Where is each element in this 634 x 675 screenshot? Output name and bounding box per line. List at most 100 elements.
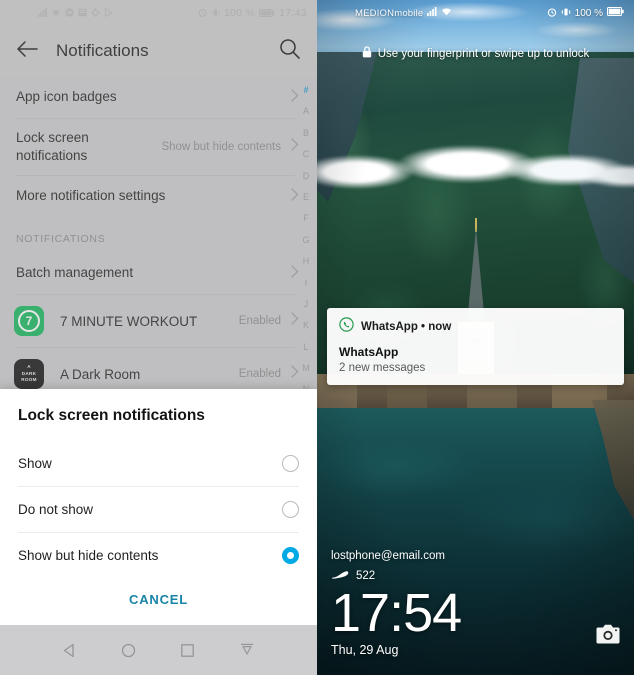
app-row-7-minute-workout[interactable]: 7 7 MINUTE WORKOUT Enabled [0, 295, 317, 347]
battery-percent: 100 % [574, 7, 603, 19]
camera-icon[interactable] [596, 624, 620, 649]
app-name: 7 MINUTE WORKOUT [60, 313, 198, 329]
shoe-icon [331, 570, 349, 583]
index-letter-j[interactable]: J [304, 294, 309, 315]
lock-icon [362, 46, 372, 61]
navigation-bar [0, 625, 317, 675]
unlock-hint: Use your fingerprint or swipe up to unlo… [317, 46, 634, 61]
whatsapp-icon [339, 317, 354, 337]
step-count: 522 [356, 570, 376, 583]
whatsapp-notification-card[interactable]: WhatsApp • now WhatsApp 2 new messages [327, 308, 624, 385]
radio-do-not-show[interactable] [282, 501, 299, 518]
seven-minute-workout-icon: 7 [14, 306, 44, 336]
index-letter-m[interactable]: M [302, 358, 310, 379]
row-app-icon-badges[interactable]: App icon badges [0, 77, 317, 118]
row-more-notification-settings[interactable]: More notification settings [0, 176, 317, 217]
nav-back-triangle-icon[interactable] [62, 643, 77, 658]
notification-app-name: WhatsApp • now [361, 321, 452, 333]
page-title: Notifications [56, 41, 149, 60]
play-icon [104, 8, 113, 17]
a-dark-room-icon: A DARK ROOM [14, 359, 44, 389]
status-clock: 17:43 [279, 6, 307, 19]
lockscreen-date: Thu, 29 Aug [331, 643, 399, 657]
search-icon[interactable] [279, 38, 301, 65]
index-letter-g[interactable]: G [302, 230, 309, 251]
lockscreen-status-left: MEDIONmobile [327, 7, 452, 19]
vibrate-icon [561, 7, 571, 20]
alarm-icon [547, 7, 557, 20]
notification-title: WhatsApp [339, 345, 399, 359]
index-letter-c[interactable]: C [303, 144, 310, 165]
lock-screen-panel: MEDIONmobile 100 % Use your fingerprint … [317, 0, 634, 675]
lockscreen-clock: 17:54 [331, 582, 462, 643]
section-header-notifications: NOTIFICATIONS [16, 233, 106, 245]
lockscreen-info: lostphone@email.com 522 17:54 Thu, 29 Au… [331, 549, 462, 657]
app-status: Enabled [238, 368, 281, 380]
nav-recents-square-icon[interactable] [180, 643, 195, 658]
lock-screen-notifications-dialog: Lock screen notifications Show Do not sh… [0, 389, 317, 625]
index-letter-h[interactable]: H [303, 251, 310, 272]
index-letter-b[interactable]: B [303, 123, 309, 144]
index-letter-k[interactable]: K [303, 315, 309, 336]
back-arrow-icon[interactable] [16, 40, 38, 63]
row-label: App icon badges [16, 89, 117, 105]
alphabet-index[interactable]: #ABCDEFGHIJKLMN [297, 80, 315, 401]
option-show[interactable]: Show [0, 441, 317, 486]
radio-show-but-hide-contents[interactable] [282, 547, 299, 564]
index-letter-i[interactable]: I [305, 273, 308, 294]
nav-notification-shade-icon[interactable] [239, 642, 255, 658]
row-label: Lock screen notifications [16, 129, 89, 163]
wifi-icon [441, 7, 452, 19]
index-letter-hash[interactable]: # [303, 80, 308, 101]
unlock-hint-text: Use your fingerprint or swipe up to unlo… [377, 47, 590, 60]
option-do-not-show[interactable]: Do not show [0, 487, 317, 532]
alarm-icon [198, 8, 207, 17]
dialog-actions: CANCEL [0, 578, 317, 615]
wifi-icon [51, 8, 61, 17]
battery-icon [607, 7, 624, 19]
index-letter-f[interactable]: F [303, 208, 309, 229]
notification-header: WhatsApp • now [339, 317, 612, 337]
vibrate-icon [211, 8, 220, 17]
app-name: A Dark Room [60, 366, 141, 382]
app-icon [78, 8, 87, 17]
option-label: Show but hide contents [18, 548, 159, 563]
row-label: More notification settings [16, 188, 166, 204]
settings-list: App icon badges Lock screen notification… [0, 77, 317, 400]
row-value: Show but hide contents [161, 141, 281, 153]
app-icon-text: 7 [18, 310, 40, 332]
row-lock-screen-notifications[interactable]: Lock screen notifications Show but hide … [0, 119, 317, 175]
status-right-icons: 100 % 17:43 [198, 7, 307, 19]
status-left-icons [38, 8, 113, 17]
message-icon [65, 8, 74, 17]
battery-percent: 100 % [223, 6, 256, 19]
row-batch-management[interactable]: Batch management [0, 253, 317, 294]
battery-icon [259, 8, 275, 17]
app-icon-line-3: ROOM [21, 377, 37, 383]
cancel-button[interactable]: CANCEL [129, 592, 188, 607]
index-letter-d[interactable]: D [303, 166, 310, 187]
option-label: Show [18, 456, 52, 471]
option-label: Do not show [18, 502, 94, 517]
carrier-label: MEDIONmobile [355, 7, 424, 19]
settings-panel: 100 % 17:43 Notifications App icon badge… [0, 0, 317, 675]
signal-icon [427, 7, 437, 19]
option-show-but-hide-contents[interactable]: Show but hide contents [0, 533, 317, 578]
step-counter: 522 [331, 570, 461, 583]
app-bar: Notifications [0, 25, 317, 77]
index-letter-l[interactable]: L [303, 337, 308, 358]
radio-show[interactable] [282, 455, 299, 472]
dialog-title: Lock screen notifications [18, 407, 205, 424]
notification-body: 2 new messages [339, 362, 426, 374]
index-letter-e[interactable]: E [303, 187, 309, 208]
index-letter-a[interactable]: A [303, 101, 309, 122]
signal-icon [38, 8, 47, 17]
lockscreen-status-bar: MEDIONmobile 100 % [317, 0, 634, 26]
row-label: Batch management [16, 265, 134, 281]
nav-home-circle-icon[interactable] [121, 643, 136, 658]
app-icon-line-2: DARK [21, 370, 37, 376]
lockscreen-status-right: 100 % [547, 7, 624, 20]
owner-email: lostphone@email.com [331, 549, 445, 562]
app-status: Enabled [238, 315, 281, 327]
app-icon-line-1: A [27, 364, 31, 370]
